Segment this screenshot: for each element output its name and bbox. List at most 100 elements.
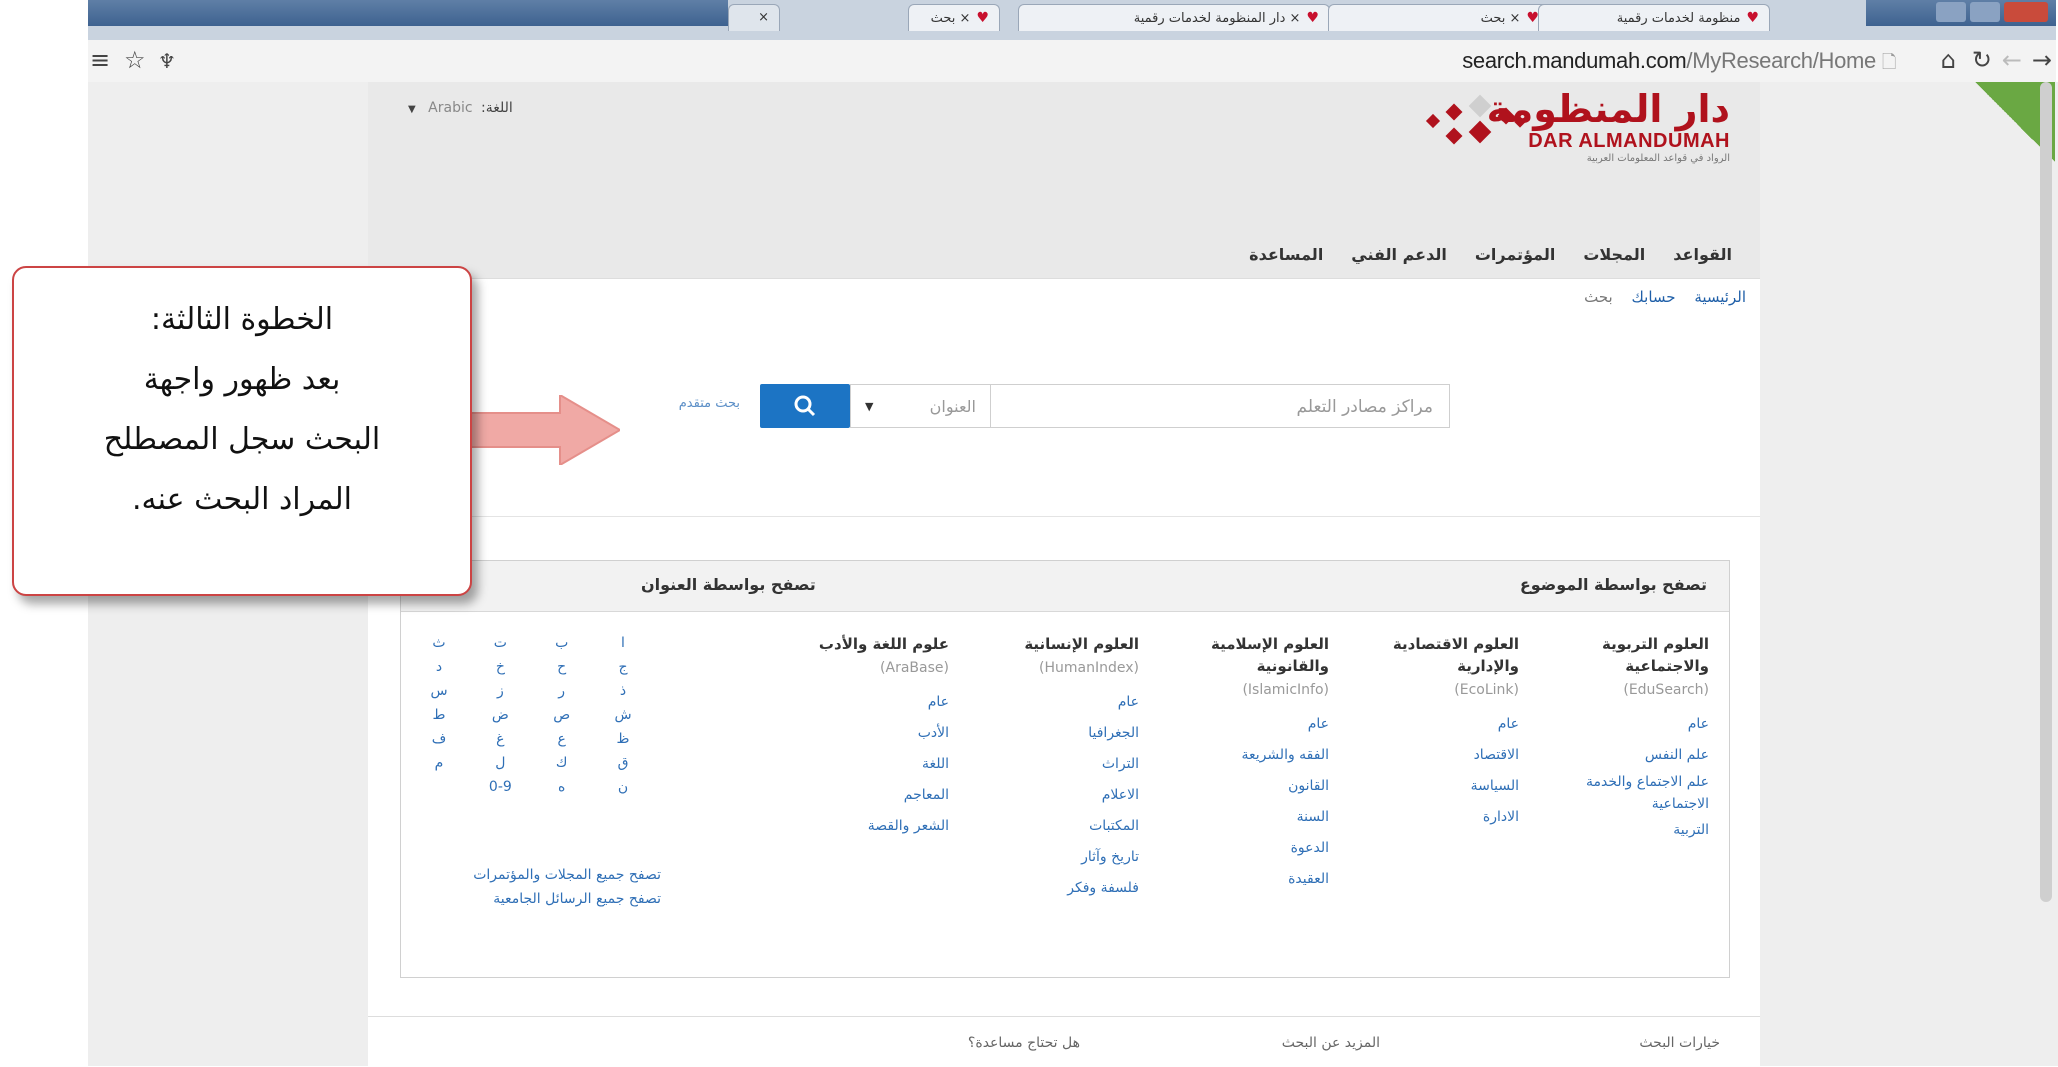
tab-mandumah-2[interactable]: ♥منظومة لخدمات رقمية — [1538, 4, 1770, 31]
letter-link[interactable]: ذ — [605, 683, 641, 707]
alphabet-row: ذ ر ز س — [421, 683, 641, 707]
footer-search-options[interactable]: خيارات البحث — [1639, 1035, 1720, 1051]
breadcrumb-home[interactable]: الرئيسية — [1694, 288, 1746, 306]
advanced-search-link[interactable]: بحث متقدم — [679, 396, 740, 411]
breadcrumb-account[interactable]: حسابك — [1632, 288, 1676, 306]
letter-link[interactable]: ل — [482, 755, 518, 779]
maximize-window-button[interactable] — [1970, 2, 2000, 22]
star-icon[interactable]: ☆ — [124, 46, 146, 74]
letter-link[interactable]: م — [421, 755, 457, 779]
subject-link[interactable]: التربية — [1529, 815, 1709, 846]
tab-mandumah[interactable]: ♥× دار المنظومة لخدمات رقمية — [1018, 4, 1330, 31]
vertical-scrollbar[interactable] — [2040, 82, 2052, 902]
letter-link[interactable]: ن — [605, 779, 641, 803]
subject-link[interactable]: اللغة — [769, 749, 949, 780]
letter-link[interactable]: س — [421, 683, 457, 707]
letter-link[interactable]: ص — [544, 707, 580, 731]
tab-close-icon[interactable]: × — [728, 4, 780, 31]
nav-journals[interactable]: المجلات — [1583, 232, 1645, 278]
letter-link[interactable]: ح — [544, 659, 580, 683]
subject-link[interactable]: الفقه والشريعة — [1149, 740, 1329, 771]
subject-link[interactable]: السياسة — [1339, 771, 1519, 802]
subject-link[interactable]: الاعلام — [959, 780, 1139, 811]
subject-link[interactable]: الأدب — [769, 718, 949, 749]
alphabet-row: ظ ع غ ف — [421, 731, 641, 755]
letter-link[interactable]: خ — [482, 659, 518, 683]
subject-link[interactable]: المعاجم — [769, 780, 949, 811]
letter-link[interactable]: ض — [482, 707, 518, 731]
subject-link[interactable]: فلسفة وفكر — [959, 873, 1139, 904]
letter-link[interactable]: د — [421, 659, 457, 683]
browse-panel-header: تصفح بواسطة الموضوع تصفح بواسطة العنوان — [401, 561, 1729, 612]
footer-more-search[interactable]: المزيد عن البحث — [1282, 1035, 1380, 1051]
subject-link[interactable]: الادارة — [1339, 802, 1519, 833]
browse-all-links: تصفح جميع المجلات والمؤتمرات تصفح جميع ا… — [421, 863, 661, 911]
alphabet-index: ا ب ت ث ج ح خ د ذ ر ز س ش ص ض ط ظ ع غ ف — [421, 635, 641, 803]
subject-link[interactable]: العقيدة — [1149, 864, 1329, 895]
letter-link[interactable]: ف — [421, 731, 457, 755]
subject-link[interactable]: تاريخ وآثار — [959, 842, 1139, 873]
letter-link[interactable]: ك — [544, 755, 580, 779]
nav-help[interactable]: المساعدة — [1249, 232, 1323, 278]
search-button[interactable] — [760, 384, 850, 428]
browse-by-title-heading: تصفح بواسطة العنوان — [641, 575, 816, 594]
letter-link[interactable] — [421, 779, 457, 803]
browse-all-theses-link[interactable]: تصفح جميع الرسائل الجامعية — [421, 887, 661, 911]
subject-link[interactable]: المكتبات — [959, 811, 1139, 842]
subject-link[interactable]: عام — [1529, 709, 1709, 740]
language-selector[interactable]: اللغة: Arabic ▼ — [408, 100, 513, 116]
menu-icon[interactable]: ≡ — [90, 46, 110, 74]
letter-link[interactable]: ث — [421, 635, 457, 659]
letter-link[interactable]: ع — [544, 731, 580, 755]
subject-link[interactable]: الجغرافيا — [959, 718, 1139, 749]
letter-link[interactable]: ط — [421, 707, 457, 731]
subject-link[interactable]: عام — [959, 687, 1139, 718]
extension-icon[interactable]: ♆ — [158, 49, 176, 73]
back-icon[interactable]: → — [2032, 46, 2052, 74]
home-icon[interactable]: ⌂ — [1941, 46, 1956, 74]
subject-link[interactable]: عام — [769, 687, 949, 718]
letter-link[interactable]: ر — [544, 683, 580, 707]
tab-search-1[interactable]: ♥× بحث — [908, 4, 1000, 31]
letter-link[interactable]: ش — [605, 707, 641, 731]
browse-all-journals-link[interactable]: تصفح جميع المجلات والمؤتمرات — [421, 863, 661, 887]
letter-link[interactable]: ق — [605, 755, 641, 779]
letter-link[interactable]: ب — [544, 635, 580, 659]
search-input[interactable]: مراكز مصادر التعلم — [990, 384, 1450, 428]
letter-link[interactable]: ظ — [605, 731, 641, 755]
subject-link[interactable]: عام — [1149, 709, 1329, 740]
url-field[interactable]: search.mandumah.com/MyResearch/Home 🗋 — [1462, 48, 1896, 80]
nav-databases[interactable]: القواعد — [1673, 232, 1732, 278]
reload-icon[interactable]: ↻ — [1972, 46, 1992, 74]
letter-link[interactable]: ز — [482, 683, 518, 707]
subject-column-humanindex: العلوم الإنسانية (HumanIndex) عام الجغرا… — [959, 633, 1139, 904]
subject-link[interactable]: علم الاجتماع والخدمة الاجتماعية — [1529, 771, 1709, 815]
letter-link[interactable]: غ — [482, 731, 518, 755]
nav-conferences[interactable]: المؤتمرات — [1475, 232, 1556, 278]
subject-link[interactable]: عام — [1339, 709, 1519, 740]
minimize-window-button[interactable] — [1936, 2, 1966, 22]
forward-icon[interactable]: ← — [2002, 46, 2022, 74]
close-window-button[interactable] — [2004, 2, 2048, 22]
subject-link[interactable]: القانون — [1149, 771, 1329, 802]
footer-need-help[interactable]: هل تحتاج مساعدة؟ — [968, 1035, 1080, 1051]
site-logo[interactable]: دار المنظومة DAR ALMANDUMAH الرواد في قو… — [1487, 88, 1730, 164]
subject-link[interactable]: التراث — [959, 749, 1139, 780]
subject-link[interactable]: السنة — [1149, 802, 1329, 833]
nav-support[interactable]: الدعم الفني — [1351, 232, 1447, 278]
caret-down-icon: ▼ — [408, 104, 416, 115]
search-type-select[interactable]: العنوان ▼ — [850, 384, 990, 428]
letter-link[interactable]: ه — [544, 779, 580, 803]
letter-link[interactable]: 0-9 — [482, 779, 518, 803]
breadcrumb: الرئيسية حسابك بحث — [368, 278, 1760, 316]
subject-link[interactable]: الدعوة — [1149, 833, 1329, 864]
subject-link[interactable]: الاقتصاد — [1339, 740, 1519, 771]
letter-link[interactable]: ت — [482, 635, 518, 659]
browse-by-subject-heading: تصفح بواسطة الموضوع — [1519, 575, 1707, 594]
subject-link[interactable]: علم النفس — [1529, 740, 1709, 771]
letter-link[interactable]: ا — [605, 635, 641, 659]
tab-search-2[interactable]: ♥× بحث — [1328, 4, 1550, 31]
letter-link[interactable]: ج — [605, 659, 641, 683]
subject-link[interactable]: الشعر والقصة — [769, 811, 949, 842]
tab-strip-background — [88, 0, 728, 26]
